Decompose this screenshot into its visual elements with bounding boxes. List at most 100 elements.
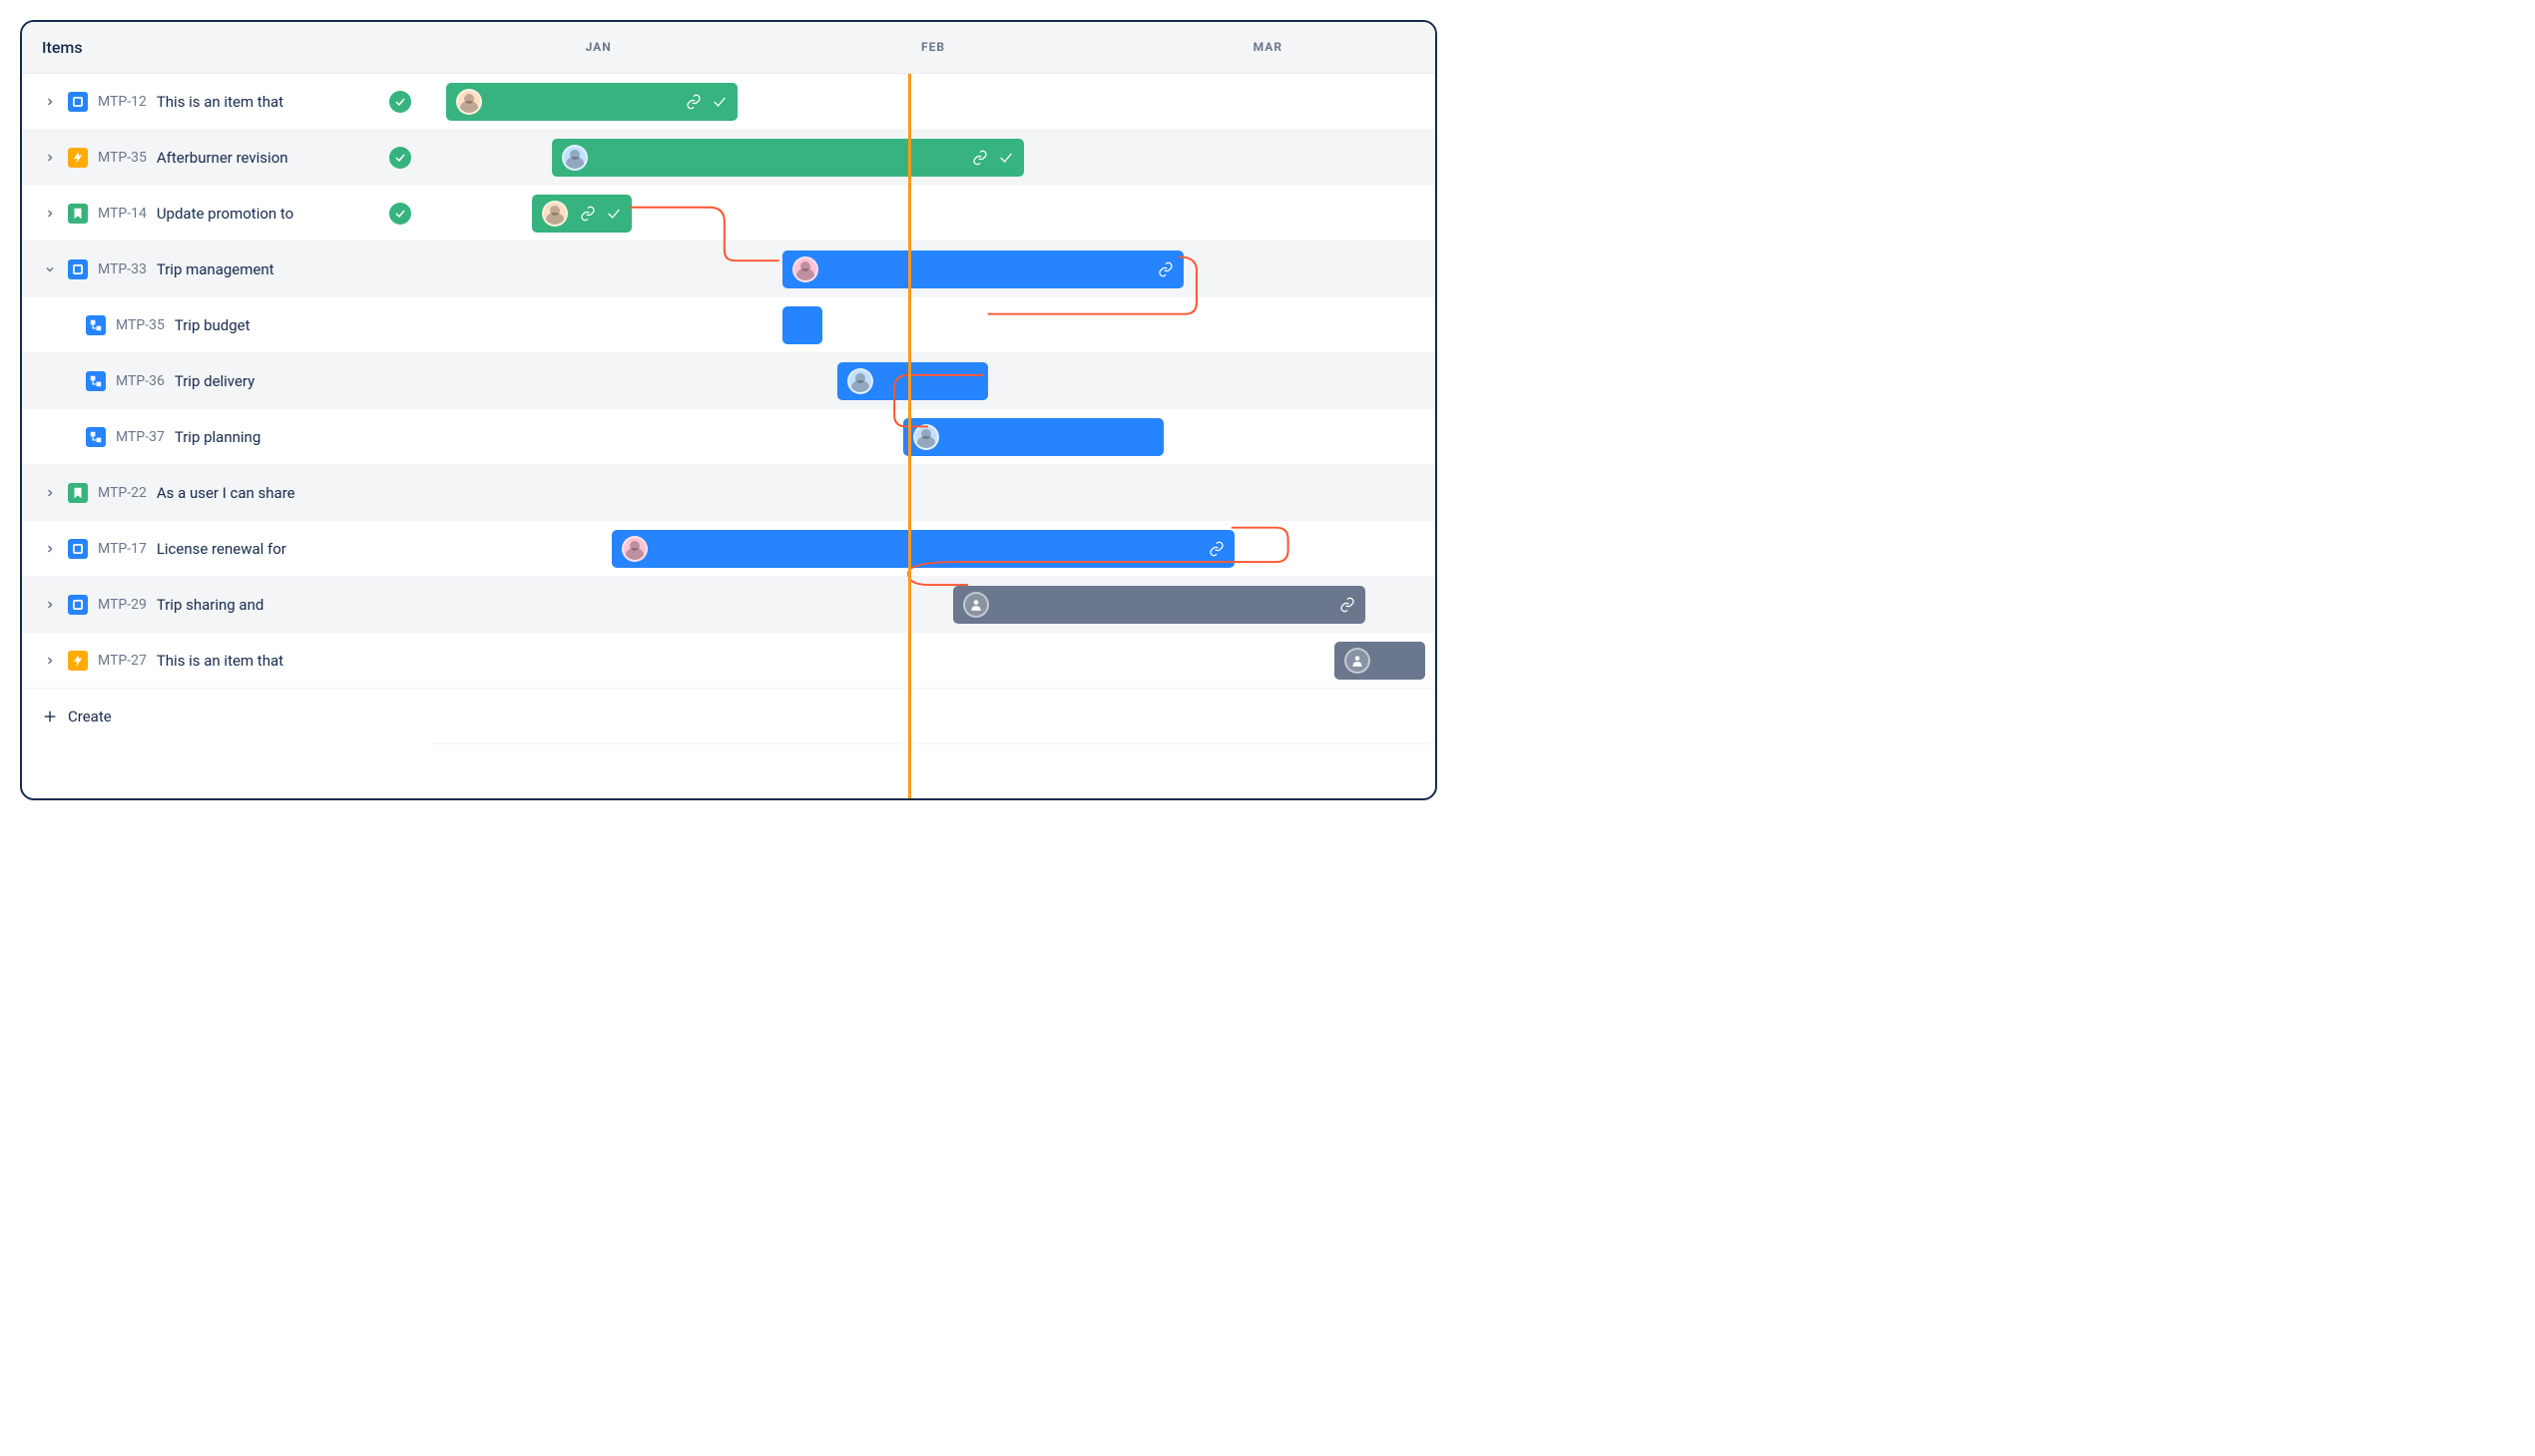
item-key: MTP-29 [98, 597, 147, 613]
task-type-icon [68, 259, 88, 279]
check-icon[interactable] [606, 206, 622, 222]
expand-toggle[interactable] [42, 150, 58, 166]
timeline-row[interactable] [431, 130, 1435, 186]
check-icon[interactable] [712, 94, 728, 110]
item-key: MTP-36 [116, 373, 165, 389]
timeline-bar[interactable] [782, 306, 822, 344]
assignee-avatar [622, 536, 648, 562]
item-row[interactable]: MTP-37 Trip planning [22, 409, 431, 465]
create-item-button[interactable]: Create [22, 689, 431, 744]
month-label: MAR [1101, 22, 1435, 73]
item-key: MTP-35 [116, 317, 165, 333]
done-status-icon [389, 147, 411, 169]
link-icon[interactable] [1209, 541, 1225, 557]
task-type-icon [68, 595, 88, 615]
expand-toggle[interactable] [42, 261, 58, 277]
item-summary: Update promotion to [157, 205, 293, 223]
timeline-row[interactable] [431, 521, 1435, 577]
item-row[interactable]: MTP-29 Trip sharing and [22, 577, 431, 633]
timeline-bar[interactable] [552, 139, 1024, 177]
timeline-row[interactable] [431, 409, 1435, 465]
assignee-avatar [562, 145, 588, 171]
item-key: MTP-27 [98, 653, 147, 669]
item-row[interactable]: MTP-14 Update promotion to [22, 186, 431, 242]
item-row[interactable]: MTP-17 License renewal for [22, 521, 431, 577]
item-key: MTP-22 [98, 485, 147, 501]
item-key: MTP-14 [98, 206, 147, 222]
item-key: MTP-12 [98, 94, 147, 110]
link-icon[interactable] [580, 206, 596, 222]
timeline-row[interactable] [431, 465, 1435, 521]
items-column-header: Items [22, 22, 431, 74]
item-row[interactable]: MTP-22 As a user I can share [22, 465, 431, 521]
item-row[interactable]: MTP-27 This is an item that [22, 633, 431, 689]
expand-toggle[interactable] [42, 206, 58, 222]
unassigned-avatar-icon [963, 592, 989, 618]
subtask-type-icon [86, 371, 106, 391]
item-summary: This is an item that [157, 652, 283, 670]
create-label: Create [68, 708, 112, 726]
item-row[interactable]: MTP-33 Trip management [22, 242, 431, 297]
story-type-icon [68, 204, 88, 224]
link-icon[interactable] [972, 150, 988, 166]
item-key: MTP-35 [98, 150, 147, 166]
timeline-bar[interactable] [903, 418, 1165, 456]
assignee-avatar [913, 424, 939, 450]
item-summary: Trip budget [175, 316, 251, 334]
timeline-bar[interactable] [953, 586, 1364, 624]
expand-toggle[interactable] [42, 653, 58, 669]
timeline-row [431, 689, 1435, 744]
task-type-icon [68, 539, 88, 559]
item-key: MTP-33 [98, 261, 147, 277]
link-icon[interactable] [1339, 597, 1355, 613]
timeline-header: JANFEBMAR [431, 22, 1435, 74]
item-row[interactable]: MTP-36 Trip delivery [22, 353, 431, 409]
item-key: MTP-17 [98, 541, 147, 557]
item-summary: This is an item that [157, 93, 283, 111]
subtask-type-icon [86, 427, 106, 447]
unassigned-avatar-icon [1344, 648, 1370, 674]
timeline-row[interactable] [431, 577, 1435, 633]
assignee-avatar [792, 256, 818, 282]
subtask-type-icon [86, 315, 106, 335]
timeline-row[interactable] [431, 186, 1435, 242]
done-status-icon [389, 203, 411, 225]
timeline-row[interactable] [431, 353, 1435, 409]
item-key: MTP-37 [116, 429, 165, 445]
check-icon[interactable] [998, 150, 1014, 166]
item-summary: Trip delivery [175, 372, 254, 390]
epic-type-icon [68, 651, 88, 671]
timeline-row[interactable] [431, 242, 1435, 297]
item-row[interactable]: MTP-35 Trip budget [22, 297, 431, 353]
item-summary: As a user I can share [157, 484, 295, 502]
roadmap-board: ItemsJANFEBMAR MTP-12 This is an item that… [20, 20, 1437, 800]
link-icon[interactable] [686, 94, 702, 110]
timeline-bar[interactable] [612, 530, 1235, 568]
done-status-icon [389, 91, 411, 113]
month-label: FEB [765, 22, 1100, 73]
expand-toggle[interactable] [42, 597, 58, 613]
expand-toggle[interactable] [42, 94, 58, 110]
item-summary: Trip sharing and [157, 596, 264, 614]
epic-type-icon [68, 148, 88, 168]
assignee-avatar [847, 368, 873, 394]
plus-icon [42, 709, 58, 725]
item-summary: License renewal for [157, 540, 286, 558]
expand-toggle[interactable] [42, 485, 58, 501]
month-label: JAN [431, 22, 765, 73]
timeline-bar[interactable] [446, 83, 738, 121]
timeline-row[interactable] [431, 297, 1435, 353]
timeline-bar[interactable] [837, 362, 988, 400]
timeline-bar[interactable] [532, 195, 633, 233]
timeline-row[interactable] [431, 74, 1435, 130]
item-summary: Trip management [157, 260, 274, 278]
item-row[interactable]: MTP-35Afterburner revision [22, 130, 431, 186]
item-row[interactable]: MTP-12 This is an item that [22, 74, 431, 130]
link-icon[interactable] [1158, 261, 1174, 277]
timeline-bar[interactable] [782, 250, 1184, 288]
expand-toggle[interactable] [42, 541, 58, 557]
timeline-bar[interactable] [1334, 642, 1425, 680]
item-summary: Trip planning [175, 428, 260, 446]
timeline-row[interactable] [431, 633, 1435, 689]
story-type-icon [68, 483, 88, 503]
